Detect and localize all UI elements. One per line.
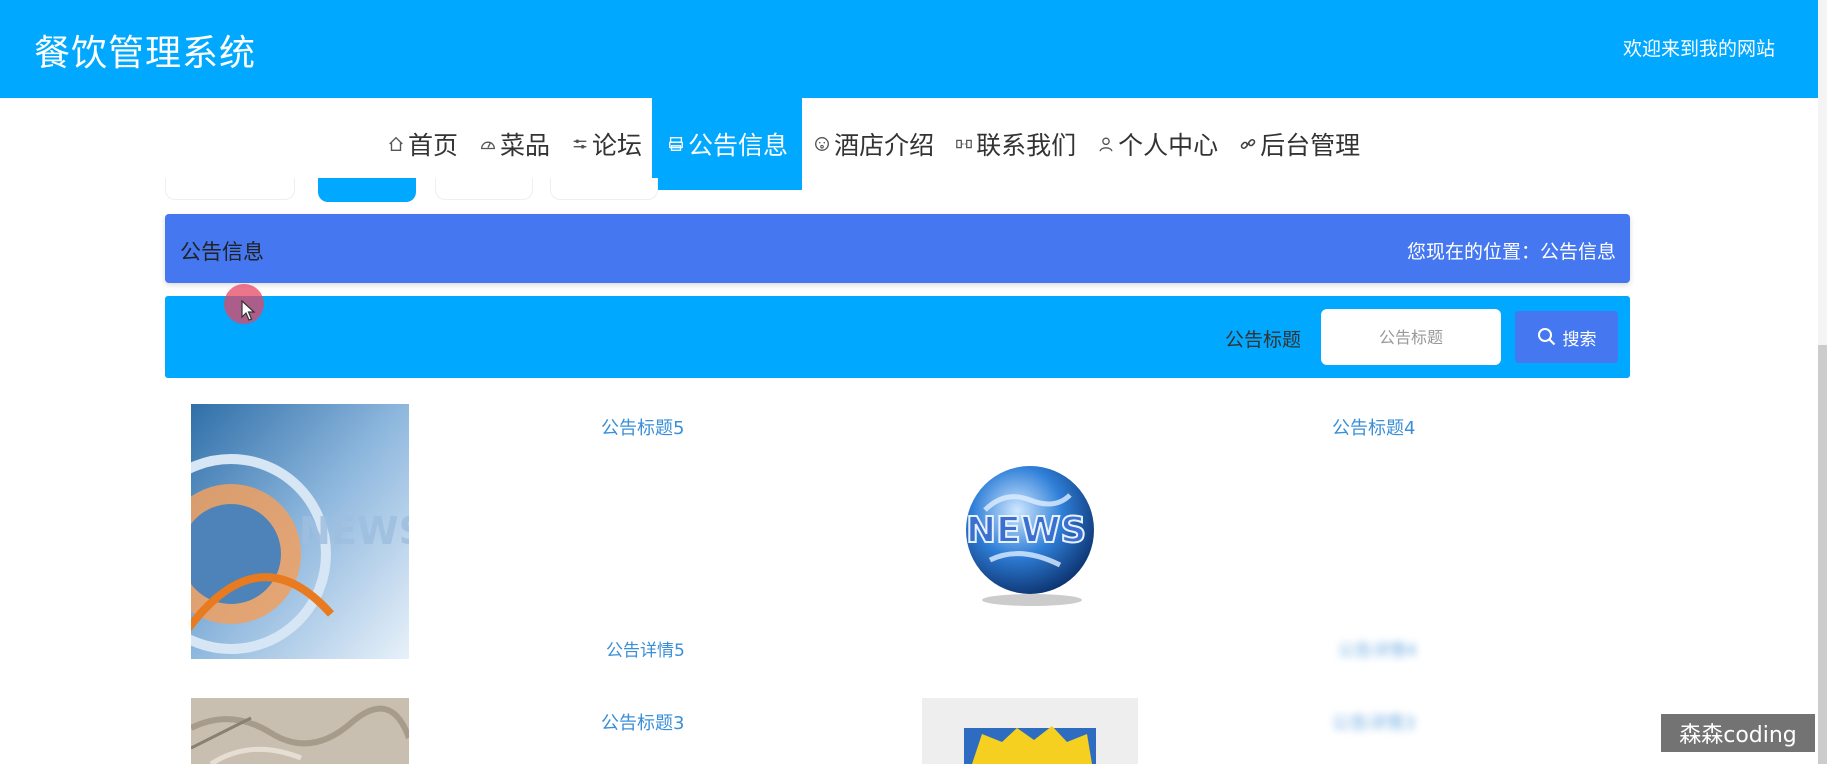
nav-label: 酒店介绍 xyxy=(834,131,935,160)
link-icon xyxy=(1238,134,1258,154)
top-header: 餐饮管理系统 欢迎来到我的网站 xyxy=(0,0,1827,98)
main-nav: 首页 菜品 论坛 公告信息 酒店介绍 联系我们 个人中心 后台管理 xyxy=(376,98,1370,190)
notice-title[interactable]: 公告标题4 xyxy=(1332,414,1415,440)
site-logo[interactable]: 餐饮管理系统 xyxy=(34,24,256,76)
search-button-label: 搜索 xyxy=(1562,329,1597,350)
nav-item-hotel[interactable]: 酒店介绍 xyxy=(802,98,944,190)
notice-title[interactable]: 公告标题3 xyxy=(601,709,684,735)
nav-item-profile[interactable]: 个人中心 xyxy=(1086,98,1228,190)
mouse-cursor-highlight xyxy=(224,284,264,324)
sub-tab[interactable] xyxy=(550,178,658,200)
scrollbar-thumb[interactable] xyxy=(1818,345,1827,764)
svg-text:NEWS: NEWS xyxy=(966,510,1086,551)
notice-detail[interactable]: 公告详情5 xyxy=(606,636,685,661)
sliders-icon xyxy=(570,134,590,154)
print-icon xyxy=(666,134,686,154)
notice-title[interactable]: 公告标题5 xyxy=(601,414,684,440)
face-icon xyxy=(812,134,832,154)
search-button[interactable]: 搜索 xyxy=(1515,311,1618,363)
home-icon xyxy=(386,134,406,154)
sub-tab[interactable] xyxy=(165,178,295,200)
nav-item-notices[interactable]: 公告信息 xyxy=(652,98,803,190)
notice-thumbnail[interactable] xyxy=(191,698,409,764)
page-title: 公告信息 xyxy=(180,240,264,264)
nav-label: 个人中心 xyxy=(1118,131,1219,160)
breadcrumb: 公告信息 您现在的位置：公告信息 xyxy=(165,214,1630,283)
gauge-icon xyxy=(478,134,498,154)
notice-detail[interactable]: 公告详情4 xyxy=(1338,636,1417,661)
notice-thumbnail[interactable]: NEWS xyxy=(191,404,409,659)
nav-label: 论坛 xyxy=(592,131,643,160)
breadcrumb-position: 您现在的位置：公告信息 xyxy=(1406,241,1616,263)
notice-thumbnail[interactable]: NEWS xyxy=(960,450,1100,610)
user-icon xyxy=(1096,134,1116,154)
watermark: 森森coding xyxy=(1661,714,1815,752)
search-bar: 公告标题 搜索 xyxy=(165,296,1630,378)
news-banner-image: NEWS xyxy=(191,404,409,659)
nav-label: 菜品 xyxy=(500,131,551,160)
nav-item-dishes[interactable]: 菜品 xyxy=(468,98,560,190)
welcome-text: 欢迎来到我的网站 xyxy=(1622,38,1775,60)
svg-text:NEWS: NEWS xyxy=(299,509,409,553)
nav-item-admin[interactable]: 后台管理 xyxy=(1228,98,1370,190)
nav-item-home[interactable]: 首页 xyxy=(376,98,468,190)
page-scrollbar[interactable] xyxy=(1818,0,1827,764)
nav-label: 联系我们 xyxy=(976,131,1077,160)
cursor-arrow-icon xyxy=(241,300,256,321)
sub-tab-active[interactable] xyxy=(318,178,416,202)
nav-label: 首页 xyxy=(408,131,459,160)
nav-label: 公告信息 xyxy=(688,131,789,160)
notice-title[interactable]: 公告详情3 xyxy=(1332,709,1415,735)
notice-thumbnail[interactable] xyxy=(922,698,1138,764)
news-burst-image xyxy=(922,698,1138,764)
news-globe-image: NEWS xyxy=(965,466,1094,606)
nav-item-contact[interactable]: 联系我们 xyxy=(944,98,1086,190)
search-icon xyxy=(1537,328,1555,346)
sub-tab[interactable] xyxy=(435,178,533,200)
nav-label: 后台管理 xyxy=(1260,131,1361,160)
search-input[interactable] xyxy=(1321,309,1501,365)
nav-item-forum[interactable]: 论坛 xyxy=(560,98,652,190)
search-label: 公告标题 xyxy=(1225,329,1302,351)
link-dots-icon xyxy=(954,134,974,154)
paper-photo-image xyxy=(191,698,409,764)
